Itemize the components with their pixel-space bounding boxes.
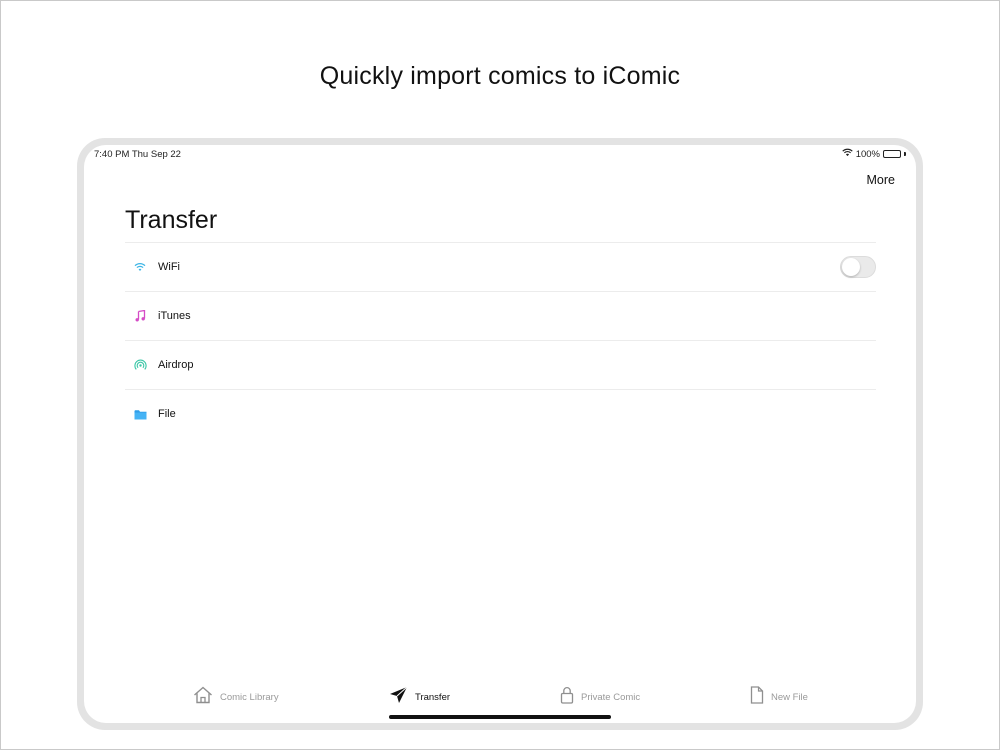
more-button[interactable]: More <box>867 173 895 187</box>
tab-new-file-label: New File <box>771 692 808 703</box>
folder-icon <box>133 407 147 421</box>
wifi-icon <box>133 260 147 274</box>
tab-bar: Comic Library Transfer Private Comic New… <box>84 683 916 711</box>
paper-plane-icon <box>389 686 408 709</box>
status-bar-right: 100% <box>841 148 906 160</box>
airdrop-icon <box>133 358 147 372</box>
file-label: File <box>158 408 176 420</box>
document-icon <box>750 686 764 709</box>
list-item-wifi[interactable]: WiFi <box>125 242 876 291</box>
itunes-label: iTunes <box>158 310 191 322</box>
battery-icon <box>883 150 901 158</box>
list-item-airdrop[interactable]: Airdrop <box>125 340 876 389</box>
toggle-knob <box>842 258 860 276</box>
tab-private-comic[interactable]: Private Comic <box>560 686 640 709</box>
music-note-icon <box>133 309 147 323</box>
airdrop-label: Airdrop <box>158 359 194 371</box>
ipad-screen: 7:40 PM Thu Sep 22 100% More Transfer Wi… <box>84 145 916 723</box>
status-wifi-icon <box>841 148 853 160</box>
battery-percent: 100% <box>855 148 880 160</box>
list-item-file[interactable]: File <box>125 389 876 438</box>
status-bar-time: 7:40 PM Thu Sep 22 <box>94 149 181 160</box>
tab-transfer[interactable]: Transfer <box>389 686 450 709</box>
lock-icon <box>560 686 574 709</box>
tab-new-file[interactable]: New File <box>750 686 808 709</box>
wifi-label: WiFi <box>158 261 180 273</box>
tab-comic-library-label: Comic Library <box>220 692 279 703</box>
list-item-itunes[interactable]: iTunes <box>125 291 876 340</box>
tab-comic-library[interactable]: Comic Library <box>193 686 279 709</box>
transfer-list: WiFi iTunes Airdrop File <box>125 242 876 438</box>
tab-transfer-label: Transfer <box>415 692 451 703</box>
battery-cap <box>904 152 906 156</box>
house-icon <box>193 686 213 709</box>
wifi-toggle[interactable] <box>840 256 876 278</box>
home-indicator[interactable] <box>389 715 611 719</box>
page-title: Transfer <box>125 206 218 234</box>
tab-private-comic-label: Private Comic <box>581 692 641 703</box>
promo-headline: Quickly import comics to iComic <box>319 62 681 90</box>
